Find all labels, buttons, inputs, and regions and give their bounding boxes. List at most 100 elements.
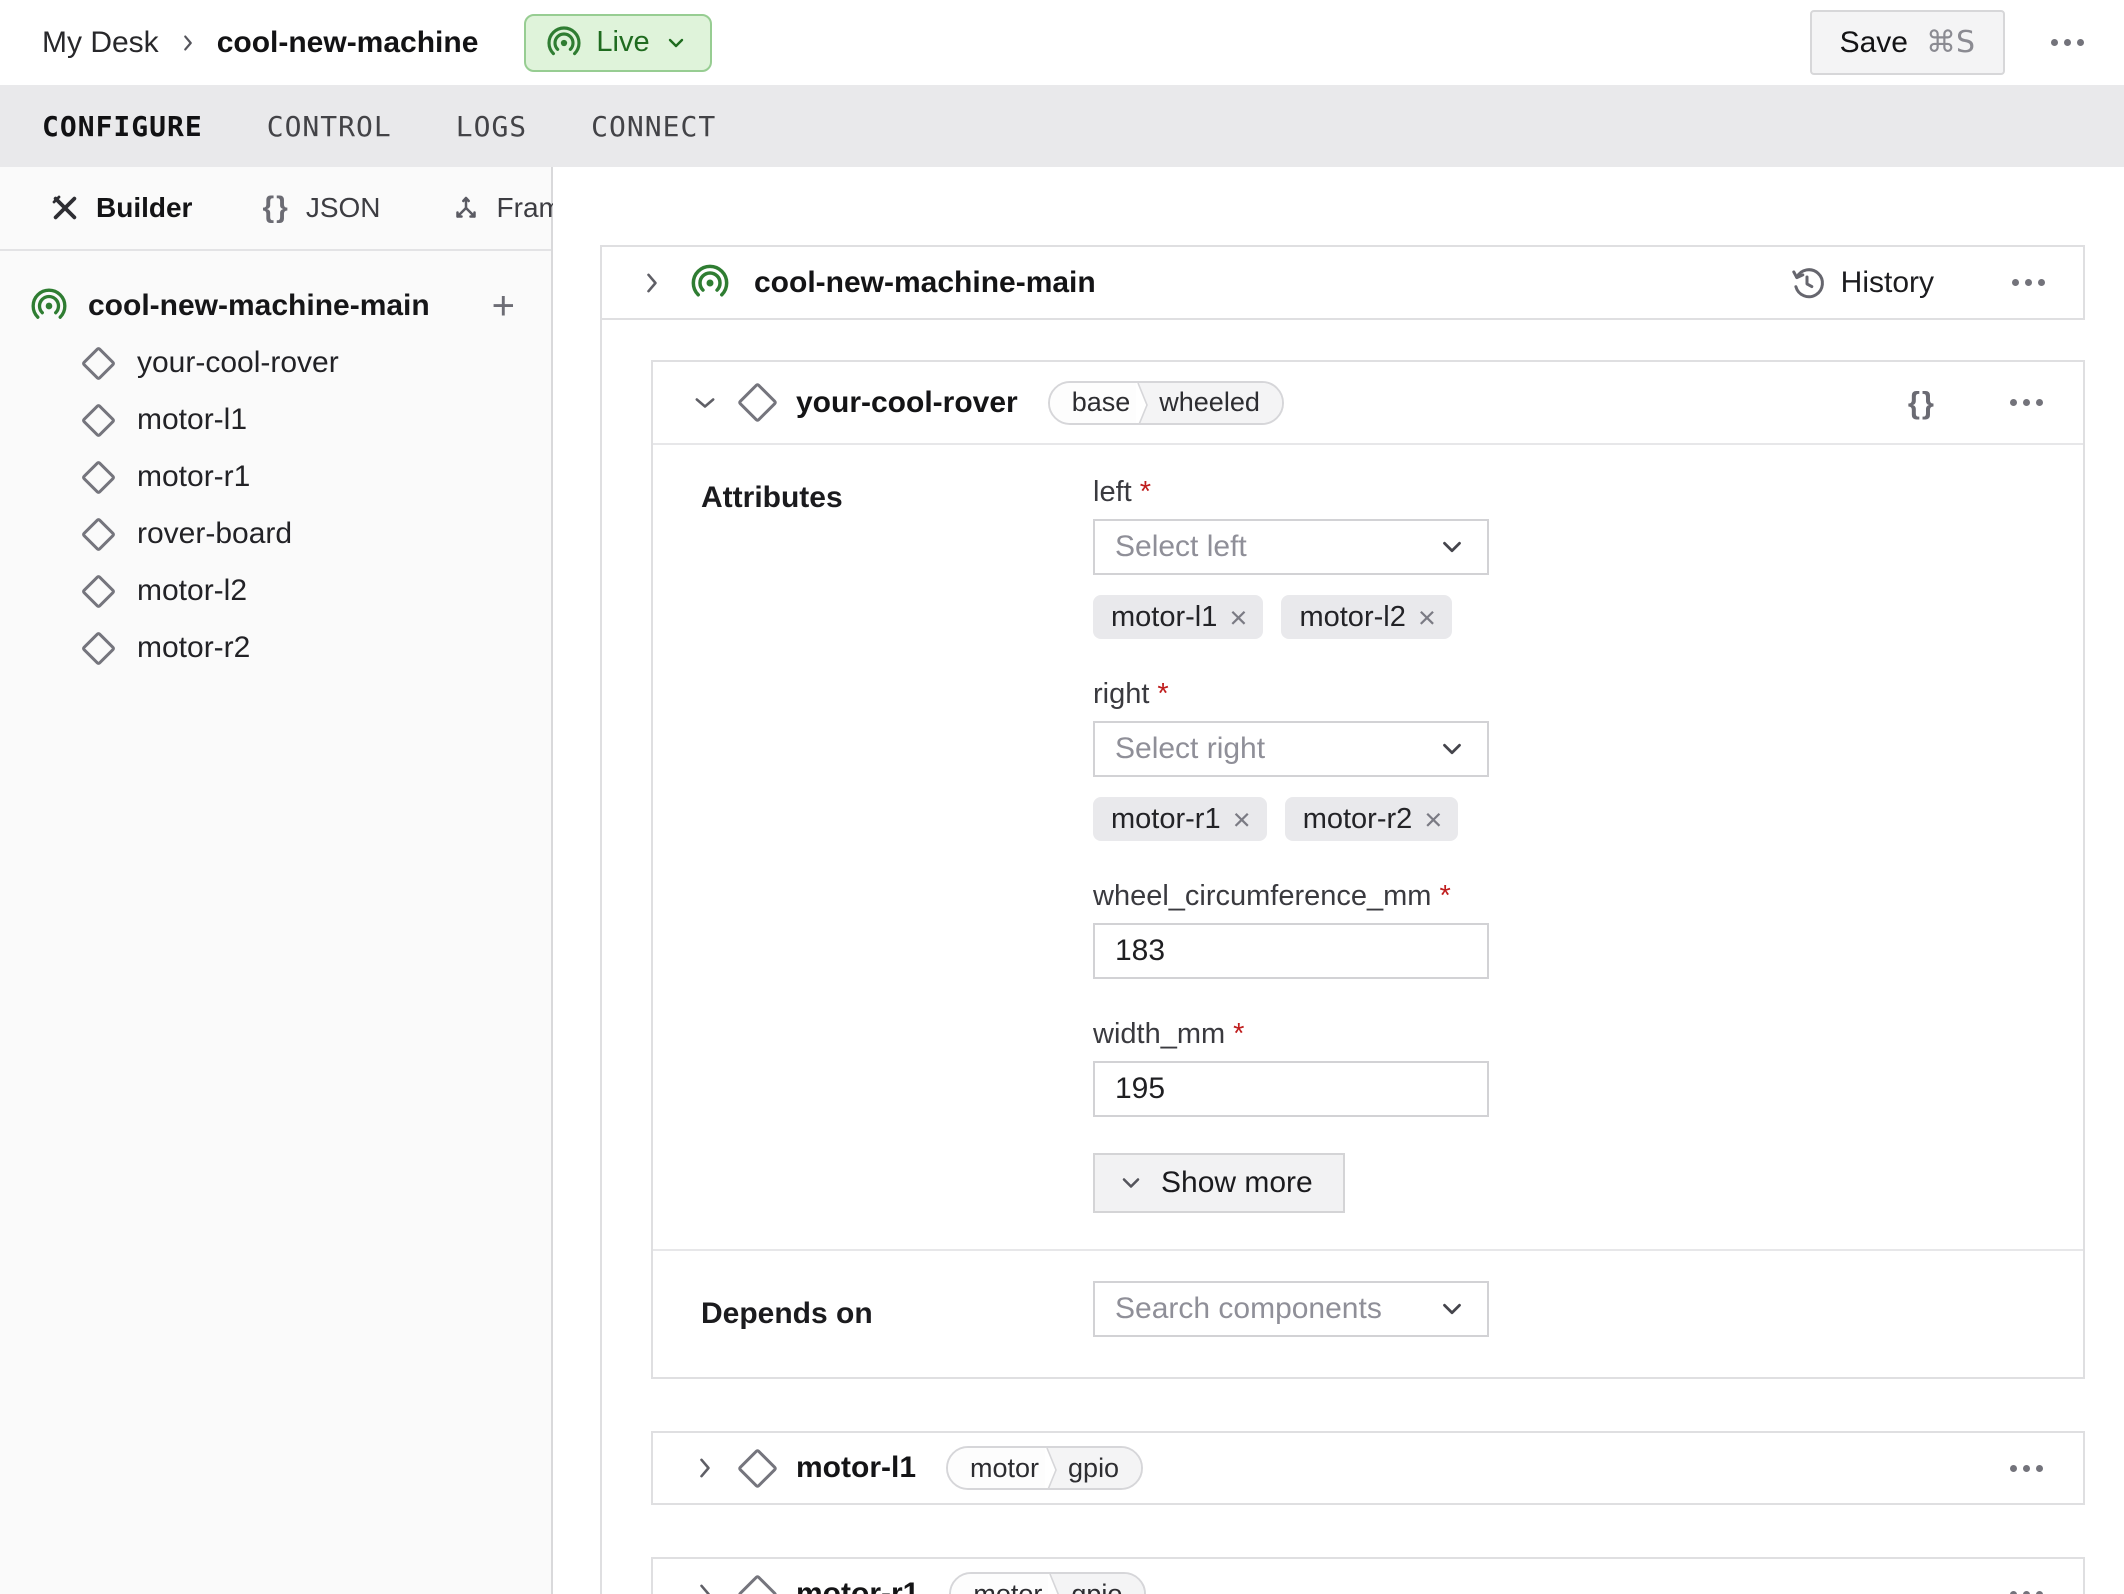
history-clock-icon xyxy=(1791,267,1824,298)
tree-item-motor-l2[interactable]: motor-l2 xyxy=(80,570,515,612)
sidebar: Builder {} JSON Frame cool-new-machine-m… xyxy=(0,167,577,1594)
chip-motor-l1: motor-l1 × xyxy=(1093,595,1264,639)
add-component-button[interactable]: + xyxy=(492,286,515,326)
part-overflow-menu[interactable] xyxy=(2002,269,2055,296)
attributes-heading: Attributes xyxy=(701,481,843,514)
motor-l1-title: motor-l1 xyxy=(796,1451,916,1484)
tree-item-your-cool-rover[interactable]: your-cool-rover xyxy=(80,342,515,384)
rover-card-header: your-cool-rover base wheeled {} xyxy=(653,362,2083,445)
left-motor-chips: motor-l1 × motor-l2 × xyxy=(1093,595,1489,639)
part-header-card: cool-new-machine-main History xyxy=(600,245,2085,320)
collapse-chevron-icon[interactable] xyxy=(691,389,719,417)
remove-chip-icon[interactable]: × xyxy=(1418,602,1436,633)
main-tab-bar: CONFIGURE CONTROL LOGS CONNECT xyxy=(0,85,2124,167)
select-caret-icon xyxy=(1443,1303,1461,1315)
show-more-button[interactable]: Show more xyxy=(1093,1153,1345,1213)
tree-item-motor-r2[interactable]: motor-r2 xyxy=(80,627,515,669)
chevron-down-icon xyxy=(668,38,683,47)
live-status-dropdown[interactable]: Live xyxy=(524,13,712,72)
required-asterisk: * xyxy=(1157,678,1169,710)
tab-logs[interactable]: LOGS xyxy=(456,110,527,143)
top-bar: My Desk cool-new-machine Live Save ⌘S xyxy=(0,0,2124,85)
view-tab-json[interactable]: {} JSON xyxy=(262,191,380,225)
view-tab-json-label: JSON xyxy=(305,192,381,223)
component-diamond-icon xyxy=(80,459,117,495)
rover-card-title: your-cool-rover xyxy=(796,385,1018,419)
depends-on-select[interactable]: Search components xyxy=(1093,1281,1489,1337)
select-caret-icon xyxy=(1443,743,1461,755)
edit-json-button[interactable]: {} xyxy=(1908,385,1936,421)
tree-item-motor-r1[interactable]: motor-r1 xyxy=(80,456,515,498)
machine-tree: cool-new-machine-main + your-cool-rover … xyxy=(0,251,551,669)
breadcrumb-my-desk[interactable]: My Desk xyxy=(42,26,159,60)
save-shortcut: ⌘S xyxy=(1925,25,1975,60)
component-type-badge: motor gpio xyxy=(949,1572,1147,1594)
component-card-motor-l1: motor-l1 motor gpio xyxy=(651,1431,2085,1505)
tree-item-motor-l1[interactable]: motor-l1 xyxy=(80,399,515,441)
badge-divider xyxy=(1046,1448,1061,1488)
part-title: cool-new-machine-main xyxy=(754,265,1096,299)
tab-connect[interactable]: CONNECT xyxy=(591,110,716,143)
tools-icon xyxy=(52,195,77,220)
component-card-your-cool-rover: your-cool-rover base wheeled {} Attribut… xyxy=(651,360,2085,1379)
breadcrumb-chevron-icon xyxy=(177,32,199,54)
tree-item-rover-board[interactable]: rover-board xyxy=(80,513,515,555)
motor-l1-overflow-menu[interactable] xyxy=(2000,1455,2053,1482)
content-area: Builder {} JSON Frame cool-new-machine-m… xyxy=(0,167,2124,1594)
rover-attributes-section: Attributes left * Select left motor-l1 ×… xyxy=(653,445,2083,1249)
breadcrumb-machine-name: cool-new-machine xyxy=(216,25,479,59)
braces-icon: {} xyxy=(262,191,290,224)
select-caret-icon xyxy=(1443,541,1461,553)
chip-motor-r2: motor-r2 × xyxy=(1284,797,1459,841)
required-asterisk: * xyxy=(1439,880,1451,912)
component-diamond-icon xyxy=(80,516,117,552)
component-diamond-icon xyxy=(736,1573,779,1594)
view-tab-builder[interactable]: Builder xyxy=(50,192,192,224)
select-left[interactable]: Select left xyxy=(1093,519,1489,575)
tab-configure[interactable]: CONFIGURE xyxy=(42,110,203,143)
chip-motor-r1: motor-r1 × xyxy=(1093,797,1267,841)
rover-overflow-menu[interactable] xyxy=(2000,389,2053,416)
field-label-width: width_mm * xyxy=(1093,1018,1245,1050)
sidebar-view-tabs: Builder {} JSON Frame xyxy=(0,167,577,251)
topbar-overflow-menu[interactable] xyxy=(2041,29,2094,56)
component-diamond-icon xyxy=(80,345,117,381)
expand-chevron-icon[interactable] xyxy=(638,269,666,297)
remove-chip-icon[interactable]: × xyxy=(1229,602,1247,633)
component-diamond-icon xyxy=(80,630,117,666)
machine-live-icon xyxy=(547,25,581,55)
component-card-motor-r1: motor-r1 motor gpio xyxy=(651,1557,2085,1594)
part-group: cool-new-machine-main History your-cool-… xyxy=(600,245,2085,1594)
depends-on-section: Depends on Search components xyxy=(653,1249,2083,1377)
motor-r1-title: motor-r1 xyxy=(796,1577,920,1594)
history-button[interactable]: History xyxy=(1789,265,1934,301)
required-asterisk: * xyxy=(1139,476,1151,508)
chevron-down-icon xyxy=(1122,1178,1140,1188)
width-input[interactable] xyxy=(1093,1061,1489,1117)
motor-r1-overflow-menu[interactable] xyxy=(2000,1581,2053,1594)
chip-motor-l2: motor-l2 × xyxy=(1281,595,1452,639)
machine-live-icon xyxy=(691,264,729,297)
component-diamond-icon xyxy=(736,381,779,424)
tree-root-part[interactable]: cool-new-machine-main + xyxy=(30,285,515,327)
component-type-badge: base wheeled xyxy=(1047,380,1284,425)
save-button[interactable]: Save ⌘S xyxy=(1809,10,2005,75)
field-label-left: left * xyxy=(1093,476,1151,508)
config-panel: cool-new-machine-main History your-cool-… xyxy=(553,167,2124,1594)
live-label: Live xyxy=(596,26,650,58)
right-motor-chips: motor-r1 × motor-r2 × xyxy=(1093,797,1489,841)
field-label-wheel-circumference: wheel_circumference_mm * xyxy=(1093,880,1451,912)
machine-live-icon xyxy=(31,288,67,319)
remove-chip-icon[interactable]: × xyxy=(1233,804,1251,835)
tab-control[interactable]: CONTROL xyxy=(267,110,392,143)
expand-chevron-icon[interactable] xyxy=(691,1454,719,1482)
depends-on-heading: Depends on xyxy=(701,1297,873,1330)
remove-chip-icon[interactable]: × xyxy=(1424,804,1442,835)
frame-axes-icon xyxy=(455,196,476,218)
view-tab-builder-label: Builder xyxy=(96,192,193,223)
expand-chevron-icon[interactable] xyxy=(691,1580,719,1594)
badge-divider xyxy=(1049,1574,1064,1594)
wheel-circumference-input[interactable] xyxy=(1093,923,1489,979)
select-right[interactable]: Select right xyxy=(1093,721,1489,777)
tree-root-label: cool-new-machine-main xyxy=(88,289,430,322)
